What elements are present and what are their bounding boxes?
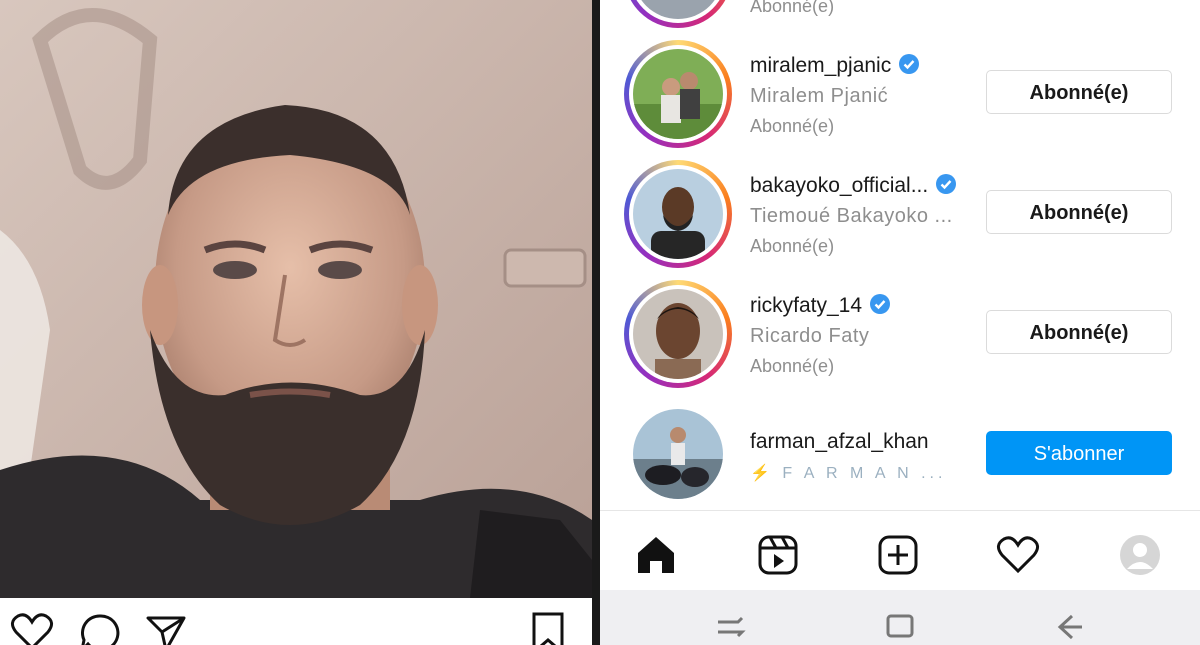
list-item[interactable]: rickyfaty_14 Ricardo Faty Abonné(e) Abon… [600, 280, 1200, 400]
recent-apps-icon[interactable] [712, 612, 748, 642]
heart-icon[interactable] [10, 612, 54, 645]
follow-status: Abonné(e) [750, 0, 835, 16]
list-item[interactable]: farman_afzal_khan ⚡ F A R M A N ... S'ab… [600, 400, 1200, 520]
avatar-frame[interactable] [624, 400, 732, 508]
username[interactable]: farman_afzal_khan [750, 430, 929, 454]
verified-badge-icon [936, 174, 957, 194]
username[interactable]: bakayoko_official... [750, 174, 957, 198]
verified-badge-icon [899, 54, 920, 74]
follow-status: Abonné(e) [750, 236, 835, 256]
full-name: ⚡ F A R M A N ... [750, 465, 947, 482]
verified-badge-icon [870, 294, 891, 314]
full-name: Miralem Pjanić [750, 85, 889, 107]
home-icon[interactable] [634, 533, 678, 577]
post-action-bar [0, 598, 592, 645]
story-ring[interactable] [624, 280, 732, 388]
bookmark-icon[interactable] [526, 612, 570, 645]
full-name: Tiemoué Bakayoko ... [750, 205, 953, 227]
comment-icon[interactable] [78, 612, 122, 645]
avatar [633, 289, 723, 379]
avatar [633, 169, 723, 259]
username[interactable]: rickyfaty_14 [750, 294, 891, 318]
avatar [633, 49, 723, 139]
story-ring [624, 0, 732, 28]
post-panel [0, 0, 592, 645]
following-button[interactable]: Abonné(e) [986, 190, 1172, 234]
avatar [633, 409, 723, 499]
avatar [633, 0, 723, 19]
selfie-photo [0, 0, 592, 598]
username[interactable]: miralem_pjanic [750, 54, 920, 78]
new-post-icon[interactable] [876, 533, 920, 577]
reels-icon[interactable] [756, 533, 800, 577]
bottom-tab-bar [600, 510, 1200, 591]
list-item[interactable]: miralem_pjanic Miralem Pjanić Abonné(e) … [600, 40, 1200, 160]
following-button[interactable]: Abonné(e) [986, 70, 1172, 114]
following-list-panel: Abonné(e) miralem_pjanic Miralem Pjanić … [600, 0, 1200, 645]
follow-status: Abonné(e) [750, 356, 835, 376]
activity-icon[interactable] [996, 533, 1040, 577]
story-ring[interactable] [624, 40, 732, 148]
following-button[interactable]: Abonné(e) [986, 310, 1172, 354]
back-icon[interactable] [1050, 612, 1086, 642]
post-photo[interactable] [0, 0, 592, 598]
follow-button[interactable]: S'abonner [986, 431, 1172, 475]
list-item[interactable]: Abonné(e) [600, 0, 1200, 40]
home-button-icon[interactable] [882, 612, 918, 642]
follow-status: Abonné(e) [750, 116, 835, 136]
full-name: Ricardo Faty [750, 325, 870, 347]
system-nav-bar [600, 590, 1200, 645]
story-ring[interactable] [624, 160, 732, 268]
send-icon[interactable] [144, 612, 188, 645]
list-item[interactable]: bakayoko_official... Tiemoué Bakayoko ..… [600, 160, 1200, 280]
panel-divider [592, 0, 600, 645]
profile-icon[interactable] [1118, 533, 1162, 577]
